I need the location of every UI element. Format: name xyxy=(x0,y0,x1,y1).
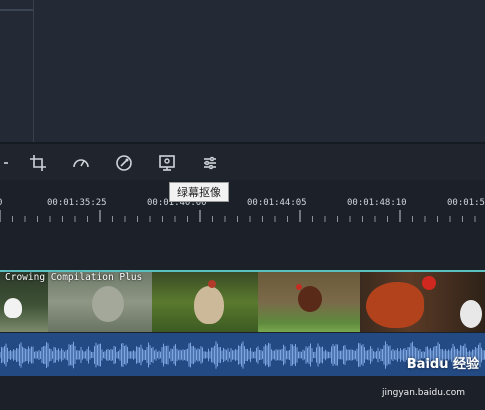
green-screen-icon xyxy=(159,155,175,171)
adjust-button[interactable] xyxy=(199,152,221,174)
edge-tool-button[interactable] xyxy=(0,152,10,174)
ruler-label: 00:01:48:10 xyxy=(347,198,407,208)
ruler-label: 0 xyxy=(0,198,2,208)
green-screen-button[interactable] xyxy=(156,152,178,174)
speedometer-icon xyxy=(73,159,89,168)
library-panel xyxy=(0,0,34,143)
crop-button[interactable] xyxy=(27,152,49,174)
ruler-label: 00:01:52 xyxy=(447,198,485,208)
color-adjust-icon xyxy=(116,155,132,171)
ruler-label: 00:01:35:25 xyxy=(47,198,107,208)
clip-thumbnail xyxy=(258,272,360,332)
clip-title: Crowing Compilation Plus xyxy=(5,272,143,283)
ruler-label: 00:01:44:05 xyxy=(247,198,307,208)
baidu-watermark: Baidu 经验 xyxy=(406,357,479,372)
tooltip: 绿幕抠像 xyxy=(169,182,229,202)
edge-icon xyxy=(4,162,8,164)
sliders-icon xyxy=(204,156,216,170)
crop-icon xyxy=(30,155,46,171)
watermark-url: jingyan.baidu.com xyxy=(381,388,465,398)
clip-thumbnail xyxy=(360,272,485,332)
color-adjust-button[interactable] xyxy=(113,152,135,174)
panel-header-bar xyxy=(0,9,33,11)
ruler-ticks xyxy=(0,210,476,222)
preview-panel xyxy=(0,0,485,143)
speed-button[interactable] xyxy=(70,152,92,174)
clip-thumbnail xyxy=(152,272,258,332)
empty-track[interactable] xyxy=(0,222,485,270)
